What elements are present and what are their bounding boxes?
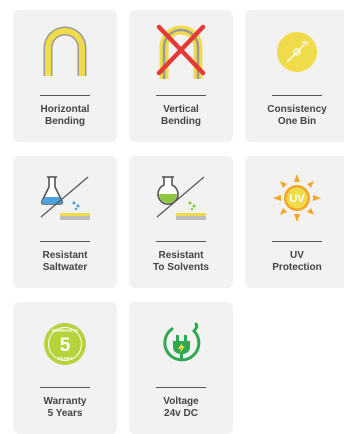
feature-card-consistency-one-bin: Consistency One Bin xyxy=(245,10,344,142)
horizontal-bending-icon xyxy=(43,26,87,76)
feature-grid: Horizontal Bending Vertical Bending Cons… xyxy=(13,10,344,434)
feature-label-line2: Saltwater xyxy=(42,262,88,273)
divider xyxy=(40,95,90,96)
divider xyxy=(40,241,90,242)
solvent-flask-icon xyxy=(156,176,206,220)
vertical-bending-crossed-icon xyxy=(156,24,206,79)
feature-label-line1: UV xyxy=(290,250,304,261)
feature-label: Resistant Saltwater xyxy=(13,250,117,274)
divider xyxy=(156,241,206,242)
feature-card-voltage: Voltage 24v DC xyxy=(129,302,233,434)
divider xyxy=(156,387,206,388)
feature-label-line1: Voltage xyxy=(163,396,199,407)
feature-card-warranty: WARRANTY 5 YEARS Warranty 5 Years xyxy=(13,302,117,434)
feature-label-line2: 24v DC xyxy=(164,408,198,419)
feature-label: Vertical Bending xyxy=(129,104,233,128)
feature-card-vertical-bending: Vertical Bending xyxy=(129,10,233,142)
consistency-circle-icon xyxy=(277,32,317,72)
warranty-badge-top: WARRANTY xyxy=(52,328,78,333)
feature-label: Resistant To Solvents xyxy=(129,250,233,274)
warranty-badge-bottom: YEARS xyxy=(57,356,73,361)
feature-card-resistant-solvents: Resistant To Solvents xyxy=(129,156,233,288)
feature-label: Horizontal Bending xyxy=(13,104,117,128)
uv-sun-icon: UV xyxy=(273,174,321,222)
warranty-badge-icon: WARRANTY 5 YEARS xyxy=(44,323,86,365)
feature-label: Warranty 5 Years xyxy=(13,396,117,420)
uv-badge-text: UV xyxy=(289,193,305,205)
feature-label: UV Protection xyxy=(245,250,344,274)
feature-label-line2: One Bin xyxy=(277,116,317,127)
feature-label-line1: Resistant xyxy=(42,250,88,261)
power-plug-icon xyxy=(163,322,201,362)
divider xyxy=(156,95,206,96)
feature-label-line1: Resistant xyxy=(158,250,204,261)
feature-label-line1: Vertical xyxy=(163,104,199,115)
divider xyxy=(272,241,322,242)
warranty-badge-number: 5 xyxy=(60,335,71,356)
feature-card-uv-protection: UV UV Protection xyxy=(245,156,344,288)
feature-card-horizontal-bending: Horizontal Bending xyxy=(13,10,117,142)
feature-label-line1: Warranty xyxy=(43,396,87,407)
feature-label-line2: Bending xyxy=(161,116,201,127)
feature-label-line1: Consistency xyxy=(267,104,327,115)
feature-label: Voltage 24v DC xyxy=(129,396,233,420)
feature-label-line2: Bending xyxy=(45,116,85,127)
feature-label-line2: Protection xyxy=(272,262,322,273)
feature-card-resistant-saltwater: Resistant Saltwater xyxy=(13,156,117,288)
saltwater-flask-icon xyxy=(40,176,90,220)
feature-label: Consistency One Bin xyxy=(245,104,344,128)
divider xyxy=(272,95,322,96)
divider xyxy=(40,387,90,388)
feature-label-line2: To Solvents xyxy=(153,262,209,273)
feature-label-line2: 5 Years xyxy=(47,408,83,419)
feature-label-line1: Horizontal xyxy=(40,104,90,115)
